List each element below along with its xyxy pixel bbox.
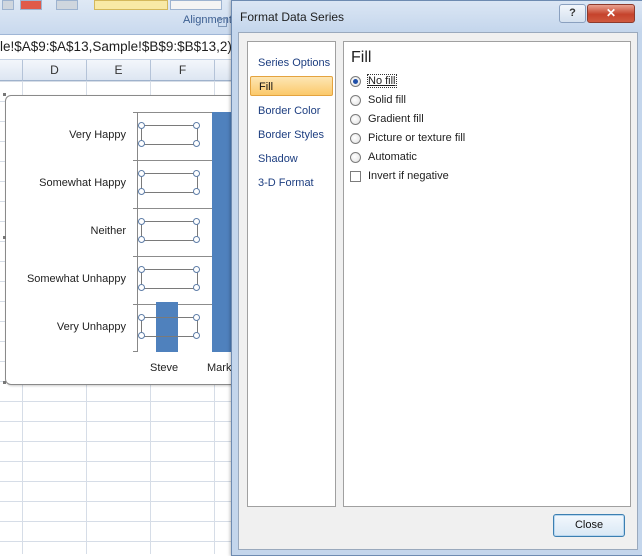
checkbox-label: Invert if negative bbox=[368, 170, 449, 182]
radio-icon[interactable] bbox=[350, 151, 361, 163]
selection-handle[interactable] bbox=[193, 122, 200, 129]
radio-picture-fill[interactable]: Picture or texture fill bbox=[350, 130, 465, 146]
ribbon-button[interactable] bbox=[2, 0, 14, 10]
radio-solid-fill[interactable]: Solid fill bbox=[350, 92, 406, 108]
section-title: Fill bbox=[351, 49, 372, 66]
selection-handle[interactable] bbox=[138, 314, 145, 321]
selection-handle[interactable] bbox=[193, 188, 200, 195]
selection-handle[interactable] bbox=[193, 332, 200, 339]
checkbox-icon[interactable] bbox=[350, 170, 361, 182]
axis-tick bbox=[133, 160, 138, 161]
selected-point[interactable] bbox=[141, 173, 198, 193]
nav-item-series-options[interactable]: Series Options bbox=[250, 53, 333, 73]
column-header-d[interactable]: D bbox=[23, 60, 87, 81]
selection-handle[interactable] bbox=[193, 140, 200, 147]
nav-item-fill[interactable]: Fill bbox=[250, 76, 333, 96]
selection-handle[interactable] bbox=[138, 170, 145, 177]
x-axis-label-mark: Mark bbox=[207, 362, 232, 374]
plot-area[interactable] bbox=[133, 112, 238, 352]
selection-handle[interactable] bbox=[138, 266, 145, 273]
help-icon: ? bbox=[569, 7, 576, 19]
selection-handle[interactable] bbox=[193, 218, 200, 225]
dialog-title: Format Data Series bbox=[240, 10, 345, 24]
selection-handle[interactable] bbox=[193, 266, 200, 273]
selected-point[interactable] bbox=[141, 125, 198, 145]
selection-handle[interactable] bbox=[138, 236, 145, 243]
ribbon-button[interactable] bbox=[56, 0, 78, 10]
nav-item-border-styles[interactable]: Border Styles bbox=[250, 125, 333, 145]
option-label: Automatic bbox=[368, 151, 417, 163]
selection-handle[interactable] bbox=[193, 284, 200, 291]
close-icon: ✕ bbox=[605, 6, 617, 20]
selected-point[interactable] bbox=[141, 221, 198, 241]
close-button[interactable]: Close bbox=[553, 514, 625, 537]
category-label: Very Happy bbox=[69, 129, 126, 141]
option-label: Solid fill bbox=[368, 94, 406, 106]
radio-gradient-fill[interactable]: Gradient fill bbox=[350, 111, 424, 127]
radio-icon[interactable] bbox=[350, 113, 361, 125]
chart-resize-handle[interactable] bbox=[3, 93, 6, 96]
category-label: Somewhat Happy bbox=[39, 177, 126, 189]
help-button[interactable]: ? bbox=[559, 4, 586, 23]
selection-handle[interactable] bbox=[138, 140, 145, 147]
selection-handle[interactable] bbox=[138, 284, 145, 291]
axis-tick bbox=[133, 208, 138, 209]
selected-point[interactable] bbox=[141, 269, 198, 289]
x-axis-label-steve: Steve bbox=[150, 362, 179, 374]
option-label: Gradient fill bbox=[368, 113, 424, 125]
column-header-blank bbox=[0, 60, 23, 81]
category-label: Neither bbox=[90, 225, 126, 237]
ribbon-color-button[interactable] bbox=[20, 0, 42, 10]
fill-panel: Fill No fill Solid fill Gradient fill Pi… bbox=[343, 41, 631, 507]
ribbon-button[interactable] bbox=[170, 0, 222, 10]
category-nav: Series Options Fill Border Color Border … bbox=[247, 41, 336, 507]
dialog-body: Series Options Fill Border Color Border … bbox=[238, 32, 638, 550]
window-close-button[interactable]: ✕ bbox=[587, 4, 635, 23]
selected-point[interactable] bbox=[141, 317, 198, 337]
selection-handle[interactable] bbox=[193, 170, 200, 177]
nav-item-shadow[interactable]: Shadow bbox=[250, 149, 333, 169]
radio-icon[interactable] bbox=[350, 94, 361, 106]
chart-area[interactable]: Very Happy Somewhat Happy Neither Somewh… bbox=[3, 93, 238, 385]
axis-tick bbox=[133, 351, 138, 352]
selection-handle[interactable] bbox=[138, 332, 145, 339]
column-header-f[interactable]: F bbox=[151, 60, 215, 81]
radio-icon[interactable] bbox=[350, 132, 361, 144]
format-data-series-dialog: Format Data Series ? ✕ Series Options Fi… bbox=[231, 0, 642, 556]
selection-handle[interactable] bbox=[138, 122, 145, 129]
selection-handle[interactable] bbox=[138, 218, 145, 225]
ribbon-alignment-buttons[interactable] bbox=[94, 0, 168, 10]
nav-item-border-color[interactable]: Border Color bbox=[250, 101, 333, 121]
radio-automatic[interactable]: Automatic bbox=[350, 149, 417, 165]
radio-selected-icon[interactable] bbox=[350, 75, 361, 87]
category-label: Somewhat Unhappy bbox=[26, 273, 126, 285]
axis-tick bbox=[133, 304, 138, 305]
axis-tick bbox=[133, 112, 138, 113]
option-label: No fill bbox=[367, 74, 397, 88]
formula-text: le!$A$9:$A$13,Sample!$B$9:$B$13,2) bbox=[0, 39, 232, 54]
selection-handle[interactable] bbox=[193, 314, 200, 321]
dialog-launcher-icon[interactable] bbox=[218, 18, 227, 27]
radio-no-fill[interactable]: No fill bbox=[350, 73, 397, 89]
chart-resize-handle[interactable] bbox=[3, 381, 6, 384]
selection-handle[interactable] bbox=[138, 188, 145, 195]
column-header-e[interactable]: E bbox=[87, 60, 151, 81]
category-label: Very Unhappy bbox=[56, 321, 126, 333]
axis-tick bbox=[133, 256, 138, 257]
checkbox-invert-if-negative[interactable]: Invert if negative bbox=[350, 168, 449, 184]
option-label: Picture or texture fill bbox=[368, 132, 466, 144]
nav-item-3d-format[interactable]: 3-D Format bbox=[250, 173, 333, 193]
dialog-titlebar[interactable]: Format Data Series ? ✕ bbox=[232, 1, 642, 32]
selection-handle[interactable] bbox=[193, 236, 200, 243]
